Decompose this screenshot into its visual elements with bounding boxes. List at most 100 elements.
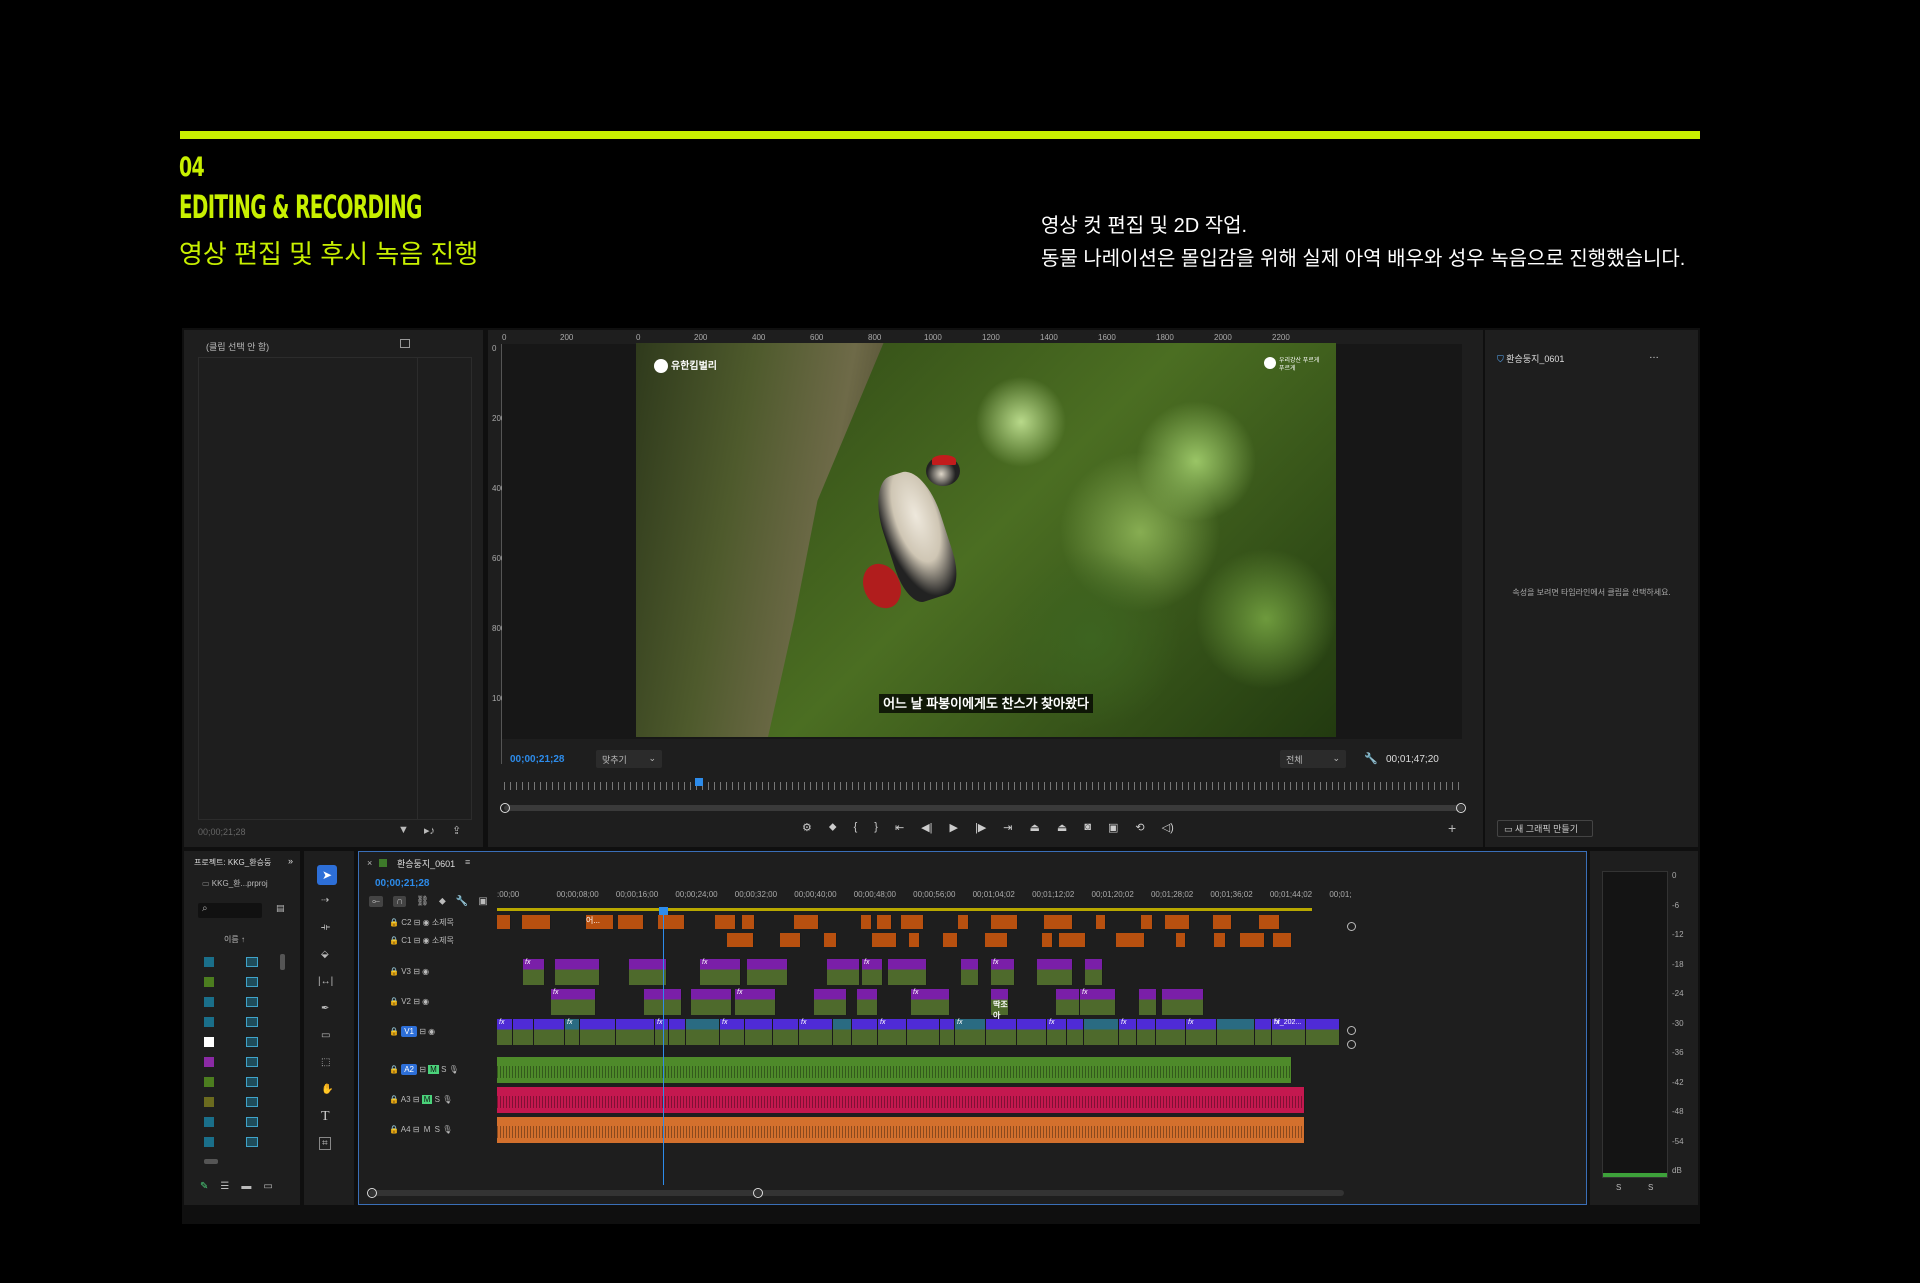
caption-clip[interactable] [618,915,644,929]
caption-clip[interactable] [1059,933,1086,947]
caption-clip[interactable] [872,933,897,947]
caption-clip[interactable] [958,915,969,929]
wrench-icon[interactable]: 🔧 [1364,752,1378,765]
caption-clip[interactable] [1044,915,1073,929]
video-clip[interactable] [1017,1019,1047,1045]
project-item[interactable] [204,1135,264,1149]
project-item[interactable] [204,1075,264,1089]
caption-clip[interactable] [715,915,736,929]
caption-clip[interactable] [780,933,801,947]
monitor-current-time[interactable]: 00;00;21;28 [510,754,564,765]
video-clip[interactable] [1084,1019,1119,1045]
caption-clip[interactable] [1259,915,1280,929]
track-header-v3[interactable]: 🔒 V3 ⊟ ◉ [359,958,497,988]
video-clip[interactable] [1217,1019,1255,1045]
track-header-c1[interactable]: 🔒 C1 ⊟ ◉ 소제목 [359,932,497,950]
track-header-a2[interactable]: 🔒 A2 ⊟ M S 🎙 [359,1056,497,1086]
linked-selection-icon[interactable]: ⛓ [416,896,429,907]
mini-timeline-ruler[interactable] [504,782,1464,790]
go-to-in-icon[interactable]: ⇤ [895,821,904,837]
caption-clip[interactable] [497,915,511,929]
video-clip[interactable] [907,1019,940,1045]
caption-clip[interactable] [1141,915,1153,929]
caption-clip[interactable] [1213,915,1232,929]
caption-clip[interactable] [877,915,892,929]
video-clip[interactable]: fx [497,1019,513,1045]
timeline-settings-icon[interactable]: 🔧 [456,896,468,907]
video-clip[interactable] [1067,1019,1084,1045]
timeline-menu-icon[interactable]: ≡ [465,857,470,867]
project-tab[interactable]: 프로젝트: KKG_환승둥 [194,857,271,868]
caption-clip[interactable] [901,915,924,929]
snap-icon[interactable]: ∩ [393,896,407,907]
step-back-icon[interactable]: ◀| [921,821,932,837]
video-clip[interactable] [827,959,860,985]
add-button-icon[interactable]: + [1448,820,1456,836]
project-item[interactable] [204,1095,264,1109]
project-item[interactable] [204,955,264,969]
project-h-scroll[interactable] [204,1159,218,1164]
video-clip[interactable] [857,989,878,1015]
extract-icon[interactable]: ⏏ [1057,821,1067,837]
video-clip[interactable] [986,1019,1017,1045]
caption-clip[interactable] [794,915,819,929]
video-clip[interactable] [1056,989,1080,1015]
playhead[interactable] [659,907,669,1185]
video-clip[interactable]: fx [700,959,741,985]
caption-clip[interactable] [658,915,685,929]
track-header-v1[interactable]: 🔒 V1 ⊟ ◉ [359,1018,497,1048]
video-clip[interactable] [580,1019,616,1045]
video-clip[interactable] [669,1019,686,1045]
quality-dropdown[interactable]: 전체 ⌄ [1280,750,1346,768]
audio-clip[interactable] [497,1057,1292,1083]
caption-clip[interactable] [943,933,958,947]
new-graphic-button[interactable]: ▭ 새 그래픽 만들기 [1497,820,1593,837]
video-clip[interactable] [940,1019,955,1045]
type-tool-icon[interactable]: T [321,1109,330,1125]
icon-view-icon[interactable]: ▬ [241,1181,251,1192]
zoom-scroll-bar[interactable] [500,803,1466,813]
video-clip[interactable]: 딱조아 [991,989,1009,1020]
video-clip[interactable]: fx [799,1019,833,1045]
caption-clip[interactable] [1273,933,1292,947]
video-clip[interactable] [1255,1019,1272,1045]
track-header-v2[interactable]: 🔒 V2 ⊟ ◉ [359,988,497,1018]
loop-icon[interactable]: ⟲ [1135,821,1144,837]
track-header-a4[interactable]: 🔒 A4 ⊟ M S 🎙 [359,1116,497,1146]
track-header-c2[interactable]: 🔒 C2 ⊟ ◉ 소제목 [359,914,497,932]
video-clip[interactable] [745,1019,773,1045]
caption-clip[interactable] [522,915,551,929]
video-clip[interactable]: fx [991,959,1015,985]
caption-clip[interactable] [824,933,837,947]
list-view-icon[interactable]: ☰ [220,1181,229,1192]
work-area-bar[interactable] [497,908,1312,911]
meter-solo-right[interactable]: S [1648,1183,1653,1192]
video-clip[interactable]: fx [878,1019,907,1045]
caption-clip[interactable] [742,915,755,929]
video-clip[interactable]: fx [735,989,776,1015]
step-forward-icon[interactable]: |▶ [975,821,986,837]
video-clip[interactable]: fx [1186,1019,1217,1045]
video-clip[interactable] [534,1019,565,1045]
caption-clip[interactable] [991,915,1018,929]
project-item[interactable] [204,1035,264,1049]
video-clip[interactable] [513,1019,534,1045]
video-clip[interactable] [1156,1019,1186,1045]
lift-icon[interactable]: ⏏ [1030,821,1040,837]
video-clip[interactable]: fx [1047,1019,1067,1045]
video-clip[interactable] [1137,1019,1156,1045]
project-scrollbar[interactable] [280,954,285,970]
caption-clip[interactable] [1165,915,1190,929]
project-item[interactable] [204,1115,264,1129]
video-clip[interactable] [686,1019,720,1045]
project-item[interactable] [204,995,264,1009]
marker-icon[interactable]: ⬥ [829,821,837,837]
nest-icon[interactable]: ⟜ [369,896,383,907]
track-v1[interactable]: fx fx fx fx fx fx fx fx fx fx fx hf_202... [497,1018,1342,1046]
pencil-icon[interactable]: ✎ [200,1181,208,1192]
track-select-tool-icon[interactable]: ⇢ [321,895,329,906]
mark-in-icon[interactable]: { [854,821,858,837]
hand-tool-icon[interactable]: ✋ [321,1084,333,1095]
caption-tool-icon[interactable]: ⌗ [319,1137,331,1150]
compare-icon[interactable]: ▣ [1108,821,1118,837]
